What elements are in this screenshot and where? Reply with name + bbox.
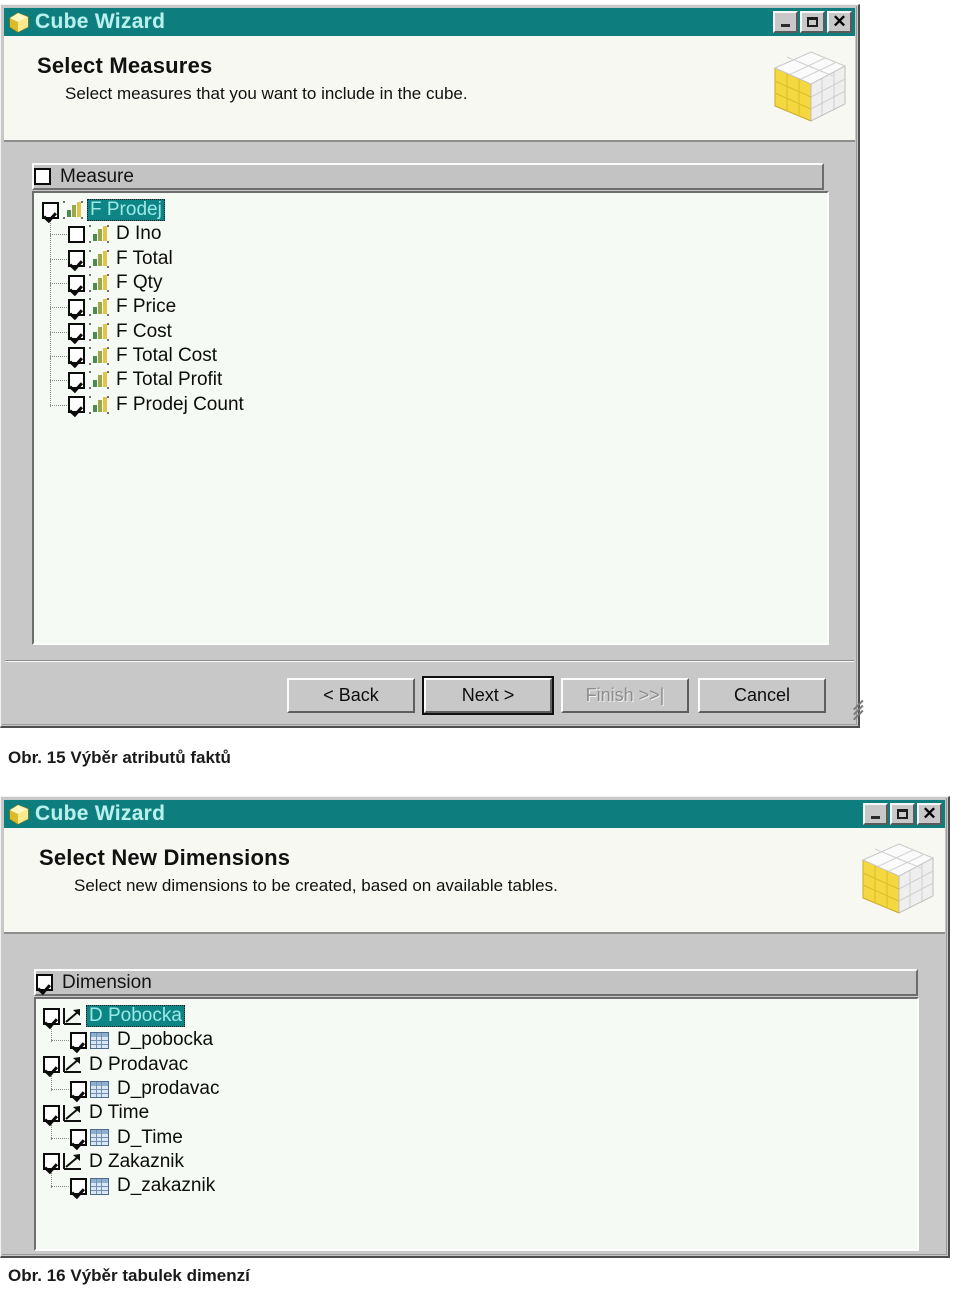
finish-button-label: Finish >>|	[585, 685, 665, 705]
back-button-label: < Back	[323, 685, 379, 705]
tree-row[interactable]: D_pobocka	[36, 1028, 917, 1052]
figure2-caption: Obr. 16 Výběr tabulek dimenzí	[8, 1266, 250, 1285]
table-icon	[90, 1177, 109, 1195]
tree-row[interactable]: D Time	[36, 1101, 917, 1125]
minimize-icon[interactable]	[863, 803, 888, 825]
table-icon	[90, 1129, 109, 1147]
dimension-header-checkbox[interactable]	[36, 974, 53, 991]
dimension-axis-icon	[62, 1055, 83, 1074]
tree-row-label: D Prodavac	[89, 1053, 189, 1075]
cube-wizard-window-dimensions: Cube Wizard ✕ Select New Dimensions Sele…	[0, 796, 950, 1258]
cancel-button-label: Cancel	[733, 685, 791, 705]
page-title: Select New Dimensions	[39, 845, 291, 870]
tree-row-label: D_pobocka	[117, 1029, 214, 1051]
cancel-button[interactable]: Cancel	[698, 678, 826, 713]
title-bar[interactable]: Cube Wizard ✕	[4, 800, 945, 828]
page-subtitle: Select new dimensions to be created, bas…	[74, 876, 558, 895]
cube-icon	[8, 803, 30, 825]
dimension-list[interactable]: D Pobocka D_pobocka D Prodavac D_prodavac D …	[34, 997, 919, 1251]
dimension-axis-icon	[62, 1104, 83, 1123]
tree-row-checkbox[interactable]	[70, 1080, 87, 1098]
dimension-axis-icon	[62, 1152, 83, 1171]
tree-row[interactable]: D Prodavac	[36, 1053, 917, 1077]
table-icon	[90, 1031, 109, 1049]
window-title: Cube Wizard	[35, 802, 166, 825]
table-icon	[90, 1080, 109, 1098]
resize-grip[interactable]	[839, 699, 864, 723]
dimension-header-label: Dimension	[62, 971, 152, 993]
tree-row-label: D_prodavac	[117, 1078, 220, 1100]
tree-row[interactable]: D Pobocka	[36, 1004, 917, 1028]
tree-row-checkbox[interactable]	[43, 1153, 60, 1171]
figure1-caption: Obr. 15 Výběr atributů faktů	[8, 748, 231, 767]
tree-row-label: D_zakaznik	[117, 1175, 216, 1197]
tree-row-checkbox[interactable]	[70, 1177, 87, 1195]
next-button-label: Next >	[461, 685, 515, 705]
tree-row-checkbox[interactable]	[70, 1031, 87, 1049]
tree-row-label: D Time	[89, 1102, 150, 1124]
back-button[interactable]: < Back	[287, 678, 415, 713]
maximize-icon[interactable]	[890, 803, 915, 825]
tree-row-checkbox[interactable]	[43, 1056, 60, 1074]
cube-wizard-window-measures: Cube Wizard ✕ Select Measures Select mea…	[0, 4, 864, 729]
tree-row-label: D Zakaznik	[89, 1150, 185, 1172]
window-controls: ✕	[863, 803, 945, 825]
wizard-banner: Select New Dimensions Select new dimensi…	[4, 828, 945, 934]
dimension-tree[interactable]: D Pobocka D_pobocka D Prodavac D_prodavac D …	[36, 999, 917, 1198]
cube-graphic	[855, 838, 939, 920]
tree-row-checkbox[interactable]	[70, 1129, 87, 1147]
tree-row[interactable]: D_Time	[36, 1125, 917, 1149]
tree-row-label: D Pobocka	[86, 1005, 185, 1028]
finish-button[interactable]: Finish >>|	[561, 678, 689, 713]
tree-row[interactable]: D_prodavac	[36, 1077, 917, 1101]
wizard-button-bar: < Back Next > Finish >>| Cancel	[1, 5, 861, 729]
tree-row-checkbox[interactable]	[43, 1104, 60, 1122]
tree-row[interactable]: D Zakaznik	[36, 1150, 917, 1174]
tree-row-label: D_Time	[117, 1126, 183, 1148]
dimension-column-header[interactable]: Dimension	[34, 969, 918, 996]
page: Cube Wizard ✕ Select Measures Select mea…	[0, 0, 960, 1290]
next-button[interactable]: Next >	[422, 676, 554, 715]
close-icon[interactable]: ✕	[917, 803, 942, 825]
tree-row[interactable]: D_zakaznik	[36, 1174, 917, 1198]
tree-row-checkbox[interactable]	[43, 1007, 60, 1025]
dimension-axis-icon	[62, 1007, 83, 1026]
